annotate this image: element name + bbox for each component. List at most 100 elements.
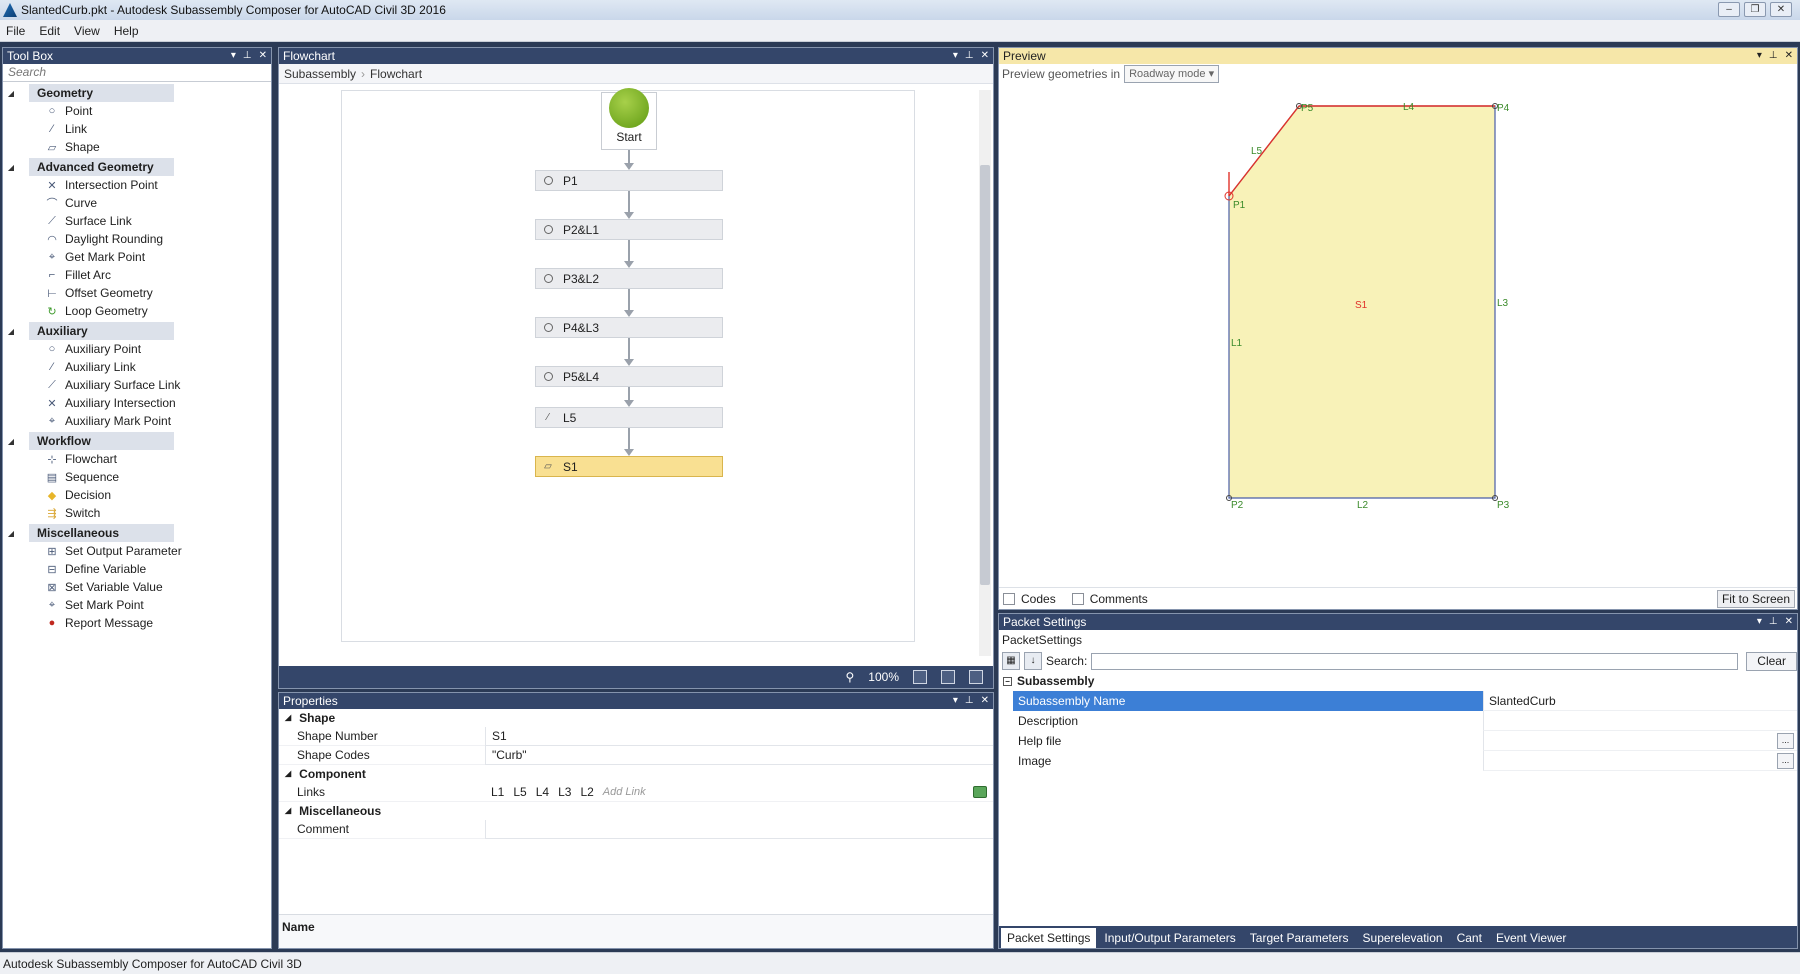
link-chip[interactable]: L3: [558, 783, 571, 801]
scrollbar-thumb[interactable]: [980, 165, 990, 585]
toolbox-item[interactable]: ⟋ Surface Link: [3, 212, 271, 230]
section-shape[interactable]: ◢ Shape: [279, 709, 993, 727]
dropdown-icon[interactable]: ▾: [953, 48, 958, 64]
shape-number-field[interactable]: S1: [485, 726, 993, 746]
flowchart-node[interactable]: ⁄ L5: [535, 407, 723, 428]
section-miscellaneous[interactable]: ◢ Miscellaneous: [279, 802, 993, 820]
comments-checkbox[interactable]: [1071, 592, 1084, 605]
toolbox-item[interactable]: ◠ Daylight Rounding: [3, 230, 271, 248]
flowchart-node[interactable]: P1: [535, 170, 723, 191]
flowchart-scrollbar[interactable]: [979, 90, 991, 656]
zoom-icon[interactable]: ⚲: [846, 670, 855, 684]
add-link-input[interactable]: Add Link: [603, 783, 646, 801]
property-value[interactable]: ...: [1483, 751, 1797, 771]
toolbox-category[interactable]: ◢ Geometry: [3, 84, 271, 102]
property-value[interactable]: ...: [1483, 731, 1797, 751]
pin-icon[interactable]: ⊥: [965, 48, 974, 64]
toolbox-item[interactable]: ⁄ Auxiliary Link: [3, 358, 271, 376]
bottom-tab[interactable]: Input/Output Parameters: [1098, 928, 1241, 948]
toolbox-item[interactable]: ⊠ Set Variable Value: [3, 578, 271, 596]
close-icon[interactable]: ✕: [259, 48, 267, 64]
property-row[interactable]: Subassembly Name SlantedCurb: [1013, 691, 1797, 711]
collapse-triangle-icon[interactable]: ◢: [285, 802, 291, 820]
collapse-triangle-icon[interactable]: ◢: [3, 89, 19, 98]
bottom-tab[interactable]: Packet Settings: [1001, 928, 1097, 948]
preview-canvas[interactable]: P1 P2 P3 P4 P5 L1 L2 L3 L4 L5 S1: [999, 84, 1797, 584]
toolbox-item[interactable]: ⊞ Set Output Parameter: [3, 542, 271, 560]
restore-button[interactable]: ❐: [1744, 2, 1766, 17]
collapse-triangle-icon[interactable]: ◢: [3, 437, 19, 446]
pin-icon[interactable]: ⊥: [1769, 48, 1778, 64]
flowchart-node[interactable]: P4&L3: [535, 317, 723, 338]
close-icon[interactable]: ✕: [981, 693, 989, 709]
link-chip[interactable]: L4: [536, 783, 549, 801]
toolbox-item[interactable]: ● Report Message: [3, 614, 271, 632]
toolbox-item[interactable]: ⊟ Define Variable: [3, 560, 271, 578]
toolbox-item[interactable]: ⌖ Get Mark Point: [3, 248, 271, 266]
toolbox-item[interactable]: ▤ Sequence: [3, 468, 271, 486]
overview-button[interactable]: [969, 670, 983, 684]
dropdown-icon[interactable]: ▾: [231, 48, 236, 64]
property-row[interactable]: Description: [1013, 711, 1797, 731]
collapse-icon[interactable]: −: [1003, 677, 1012, 686]
dropdown-icon[interactable]: ▾: [1757, 614, 1762, 630]
sort-alpha-icon[interactable]: ↓: [1023, 652, 1042, 670]
preview-mode-select[interactable]: Roadway mode ▾: [1124, 65, 1220, 83]
toolbox-category[interactable]: ◢ Auxiliary: [3, 322, 271, 340]
fit-view-button[interactable]: [941, 670, 955, 684]
browse-button[interactable]: ...: [1777, 753, 1794, 769]
pin-icon[interactable]: ⊥: [965, 693, 974, 709]
dropdown-icon[interactable]: ▾: [953, 693, 958, 709]
property-value[interactable]: [1483, 711, 1797, 731]
toolbox-item[interactable]: ↻ Loop Geometry: [3, 302, 271, 320]
toolbox-item[interactable]: ⌖ Set Mark Point: [3, 596, 271, 614]
menu-file[interactable]: File: [6, 24, 25, 38]
collapse-triangle-icon[interactable]: ◢: [3, 529, 19, 538]
property-row[interactable]: Image...: [1013, 751, 1797, 771]
codes-checkbox[interactable]: [1003, 592, 1015, 605]
toolbox-search-input[interactable]: Search: [3, 64, 271, 82]
pin-icon[interactable]: ⊥: [1769, 614, 1778, 630]
collapse-triangle-icon[interactable]: ◢: [3, 327, 19, 336]
links-field[interactable]: L1 L5 L4 L3 L2 Add Link: [485, 783, 993, 802]
breadcrumb-subassembly[interactable]: Subassembly: [284, 67, 356, 81]
flowchart-node[interactable]: ▱ S1: [535, 456, 723, 477]
toolbox-category[interactable]: ◢ Miscellaneous: [3, 524, 271, 542]
links-edit-icon[interactable]: [973, 786, 987, 798]
toolbox-item[interactable]: ◆ Decision: [3, 486, 271, 504]
toolbox-item[interactable]: ✕ Intersection Point: [3, 176, 271, 194]
toolbox-item[interactable]: ⌒ Curve: [3, 194, 271, 212]
link-chip[interactable]: L1: [491, 783, 504, 801]
close-icon[interactable]: ✕: [981, 48, 989, 64]
property-value[interactable]: SlantedCurb: [1483, 691, 1797, 711]
packet-search-input[interactable]: [1091, 652, 1739, 670]
flowchart-node[interactable]: P5&L4: [535, 366, 723, 387]
toolbox-item[interactable]: ✕ Auxiliary Intersection: [3, 394, 271, 412]
collapse-triangle-icon[interactable]: ◢: [285, 765, 291, 783]
toolbox-item[interactable]: ⊹ Flowchart: [3, 450, 271, 468]
toolbox-item[interactable]: ⌖ Auxiliary Mark Point: [3, 412, 271, 430]
browse-button[interactable]: ...: [1777, 733, 1794, 749]
categorized-view-icon[interactable]: ▦: [1002, 652, 1020, 670]
menu-view[interactable]: View: [74, 24, 100, 38]
toolbox-item[interactable]: ○ Point: [3, 102, 271, 120]
minimize-button[interactable]: –: [1718, 2, 1740, 17]
close-icon[interactable]: ✕: [1785, 48, 1793, 64]
zoom-dropdown-button[interactable]: [913, 670, 927, 684]
shape-codes-field[interactable]: "Curb": [485, 745, 993, 765]
toolbox-item[interactable]: ○ Auxiliary Point: [3, 340, 271, 358]
toolbox-item[interactable]: ▱ Shape: [3, 138, 271, 156]
toolbox-item[interactable]: ⟋ Auxiliary Surface Link: [3, 376, 271, 394]
menu-help[interactable]: Help: [114, 24, 139, 38]
link-chip[interactable]: L2: [580, 783, 593, 801]
fit-to-screen-button[interactable]: Fit to Screen: [1716, 589, 1795, 608]
menu-edit[interactable]: Edit: [39, 24, 60, 38]
bottom-tab[interactable]: Event Viewer: [1490, 928, 1572, 948]
toolbox-category[interactable]: ◢ Advanced Geometry: [3, 158, 271, 176]
section-component[interactable]: ◢ Component: [279, 765, 993, 783]
collapse-triangle-icon[interactable]: ◢: [285, 709, 291, 727]
toolbox-category[interactable]: ◢ Workflow: [3, 432, 271, 450]
flowchart-node[interactable]: P3&L2: [535, 268, 723, 289]
close-icon[interactable]: ✕: [1785, 614, 1793, 630]
bottom-tab[interactable]: Superelevation: [1357, 928, 1449, 948]
